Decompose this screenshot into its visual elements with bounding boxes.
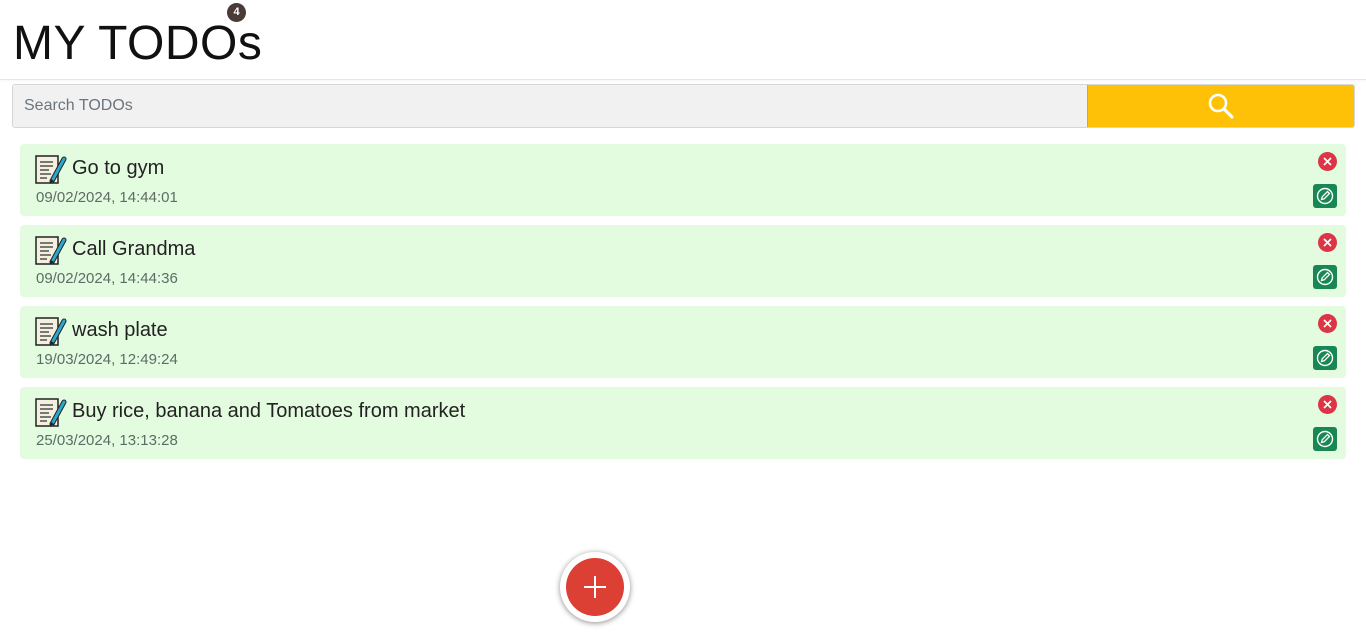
delete-button[interactable] xyxy=(1318,395,1337,414)
close-icon xyxy=(1323,157,1332,166)
edit-icon xyxy=(1316,268,1334,286)
delete-button[interactable] xyxy=(1318,233,1337,252)
page-title: MY TODOs xyxy=(13,17,263,70)
plus-icon xyxy=(584,576,606,598)
edit-button[interactable] xyxy=(1313,265,1337,289)
close-icon xyxy=(1323,319,1332,328)
edit-button[interactable] xyxy=(1313,427,1337,451)
edit-icon xyxy=(1316,187,1334,205)
delete-button[interactable] xyxy=(1318,152,1337,171)
todo-title: Go to gym xyxy=(72,157,165,179)
todo-title: wash plate xyxy=(72,319,168,341)
search-input[interactable] xyxy=(13,85,1086,127)
search-icon xyxy=(1208,93,1234,119)
todo-title: Buy rice, banana and Tomatoes from marke… xyxy=(72,400,466,422)
todo-date: 25/03/2024, 13:13:28 xyxy=(36,432,178,449)
todo-title: Call Grandma xyxy=(72,238,196,260)
todo-list: Go to gym 09/02/2024, 14:44:01 Call Gran… xyxy=(20,144,1346,468)
edit-button[interactable] xyxy=(1313,184,1337,208)
edit-button[interactable] xyxy=(1313,346,1337,370)
search-button[interactable] xyxy=(1087,85,1354,127)
close-icon xyxy=(1323,238,1332,247)
todo-item: wash plate 19/03/2024, 12:49:24 xyxy=(20,306,1346,378)
note-pencil-icon xyxy=(35,155,67,184)
todo-date: 09/02/2024, 14:44:36 xyxy=(36,270,178,287)
add-todo-button[interactable] xyxy=(560,552,630,622)
todo-date: 09/02/2024, 14:44:01 xyxy=(36,189,178,206)
app-header: MY TODOs 4 xyxy=(0,0,1366,80)
todo-date: 19/03/2024, 12:49:24 xyxy=(36,351,178,368)
add-todo-circle xyxy=(566,558,624,616)
todo-item: Call Grandma 09/02/2024, 14:44:36 xyxy=(20,225,1346,297)
note-pencil-icon xyxy=(35,317,67,346)
note-pencil-icon xyxy=(35,398,67,427)
close-icon xyxy=(1323,400,1332,409)
search-bar xyxy=(12,84,1355,128)
edit-icon xyxy=(1316,349,1334,367)
edit-icon xyxy=(1316,430,1334,448)
delete-button[interactable] xyxy=(1318,314,1337,333)
todo-item: Buy rice, banana and Tomatoes from marke… xyxy=(20,387,1346,459)
todo-count-badge: 4 xyxy=(227,3,246,22)
note-pencil-icon xyxy=(35,236,67,265)
todo-item: Go to gym 09/02/2024, 14:44:01 xyxy=(20,144,1346,216)
